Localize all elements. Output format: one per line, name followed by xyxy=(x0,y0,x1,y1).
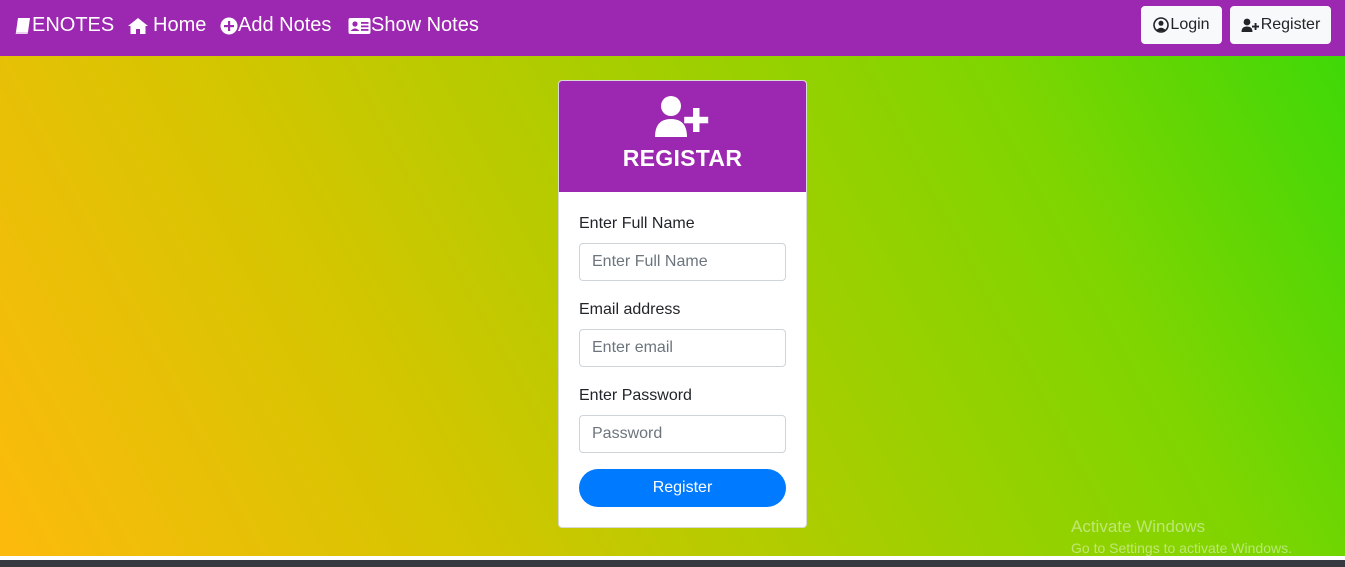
password-label: Enter Password xyxy=(579,387,692,404)
nav-show-notes[interactable]: Show Notes xyxy=(348,14,479,37)
nav-add-notes-label: Add Notes xyxy=(238,14,332,36)
watermark-subtitle: Go to Settings to activate Windows. xyxy=(1071,540,1292,556)
email-input[interactable] xyxy=(579,329,786,367)
login-button-label: Login xyxy=(1170,16,1210,33)
register-card: REGISTAR Enter Full Name Email address E… xyxy=(558,80,807,528)
id-card-icon xyxy=(348,17,371,34)
register-nav-button[interactable]: Register xyxy=(1230,6,1331,44)
footer-bar xyxy=(0,560,1345,567)
register-submit-button[interactable]: Register xyxy=(579,469,786,507)
navbar: ENOTES Home Add Notes Show Notes Login R… xyxy=(0,0,1345,56)
fullname-input[interactable] xyxy=(579,243,786,281)
nav-show-notes-label: Show Notes xyxy=(371,14,479,36)
card-header: REGISTAR xyxy=(559,81,806,192)
user-plus-icon xyxy=(1241,18,1259,32)
plus-circle-icon xyxy=(220,17,238,34)
watermark-title: Activate Windows xyxy=(1071,517,1206,536)
register-title: REGISTAR xyxy=(622,145,743,171)
nav-home-label: Home xyxy=(153,14,207,36)
login-button[interactable]: Login xyxy=(1141,6,1222,44)
brand-text: ENOTES xyxy=(32,14,115,36)
email-label: Email address xyxy=(579,301,681,318)
user-plus-large-wrapper xyxy=(654,95,712,144)
book-icon xyxy=(15,17,30,34)
fullname-label: Enter Full Name xyxy=(579,215,695,232)
nav-add-notes[interactable]: Add Notes xyxy=(220,14,331,37)
user-plus-large-icon xyxy=(655,96,709,137)
password-input[interactable] xyxy=(579,415,786,453)
activation-watermark: Activate Windows Go to Settings to activ… xyxy=(1071,518,1292,555)
home-icon xyxy=(128,17,148,34)
nav-home[interactable]: Home xyxy=(127,14,206,37)
brand-link[interactable]: ENOTES xyxy=(14,14,114,37)
user-circle-icon xyxy=(1153,17,1170,33)
register-nav-button-label: Register xyxy=(1260,16,1321,33)
